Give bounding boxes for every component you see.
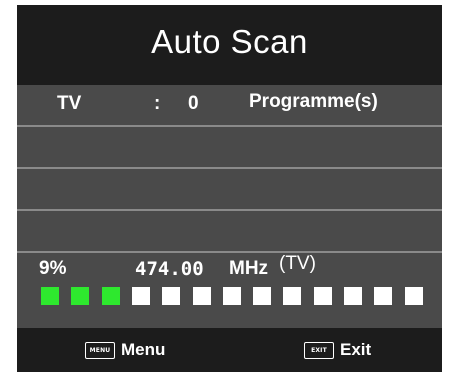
empty-row — [17, 169, 442, 209]
progress-block-empty — [223, 287, 241, 305]
programme-unit-label: Programme(s) — [249, 91, 378, 112]
row-divider — [17, 251, 442, 253]
exit-button[interactable]: EXIT Exit — [304, 340, 371, 360]
title-bar: Auto Scan — [17, 5, 442, 78]
colon-separator: : — [154, 93, 161, 114]
progress-block-empty — [344, 287, 362, 305]
progress-block-empty — [253, 287, 271, 305]
progress-block-empty — [283, 287, 301, 305]
scan-progress-bar — [41, 287, 431, 305]
menu-button-label: Menu — [121, 340, 166, 359]
exit-key-text: EXIT — [311, 346, 327, 354]
empty-row — [17, 127, 442, 167]
menu-key-icon: MENU — [85, 341, 115, 359]
exit-key-icon: EXIT — [304, 341, 334, 359]
tv-label: TV — [57, 93, 82, 114]
footer-bar: MENU Menu EXIT Exit — [17, 328, 442, 372]
scan-panel: TV : 0 Programme(s) 9% 474.00 MHz (TV) — [17, 85, 442, 328]
scan-band: (TV) — [279, 253, 316, 274]
scan-percent: 9% — [39, 258, 67, 279]
menu-button[interactable]: MENU Menu — [85, 340, 165, 360]
exit-button-label: Exit — [340, 340, 372, 359]
progress-block-empty — [405, 287, 423, 305]
progress-block-empty — [162, 287, 180, 305]
frequency-unit: MHz — [229, 258, 269, 279]
scan-frequency: 474.00 — [135, 258, 204, 280]
dialog-title: Auto Scan — [151, 22, 308, 60]
auto-scan-dialog: Auto Scan TV : 0 Programme(s) 9% 474.00 … — [17, 5, 442, 372]
progress-block-empty — [374, 287, 392, 305]
progress-block-empty — [314, 287, 332, 305]
progress-block-filled — [41, 287, 59, 305]
progress-block-filled — [71, 287, 89, 305]
progress-block-filled — [102, 287, 120, 305]
channel-count-row: TV : 0 Programme(s) — [17, 85, 442, 125]
programme-count: 0 — [188, 93, 199, 114]
empty-row — [17, 211, 442, 251]
progress-block-empty — [132, 287, 150, 305]
progress-block-empty — [193, 287, 211, 305]
menu-key-text: MENU — [89, 346, 111, 354]
